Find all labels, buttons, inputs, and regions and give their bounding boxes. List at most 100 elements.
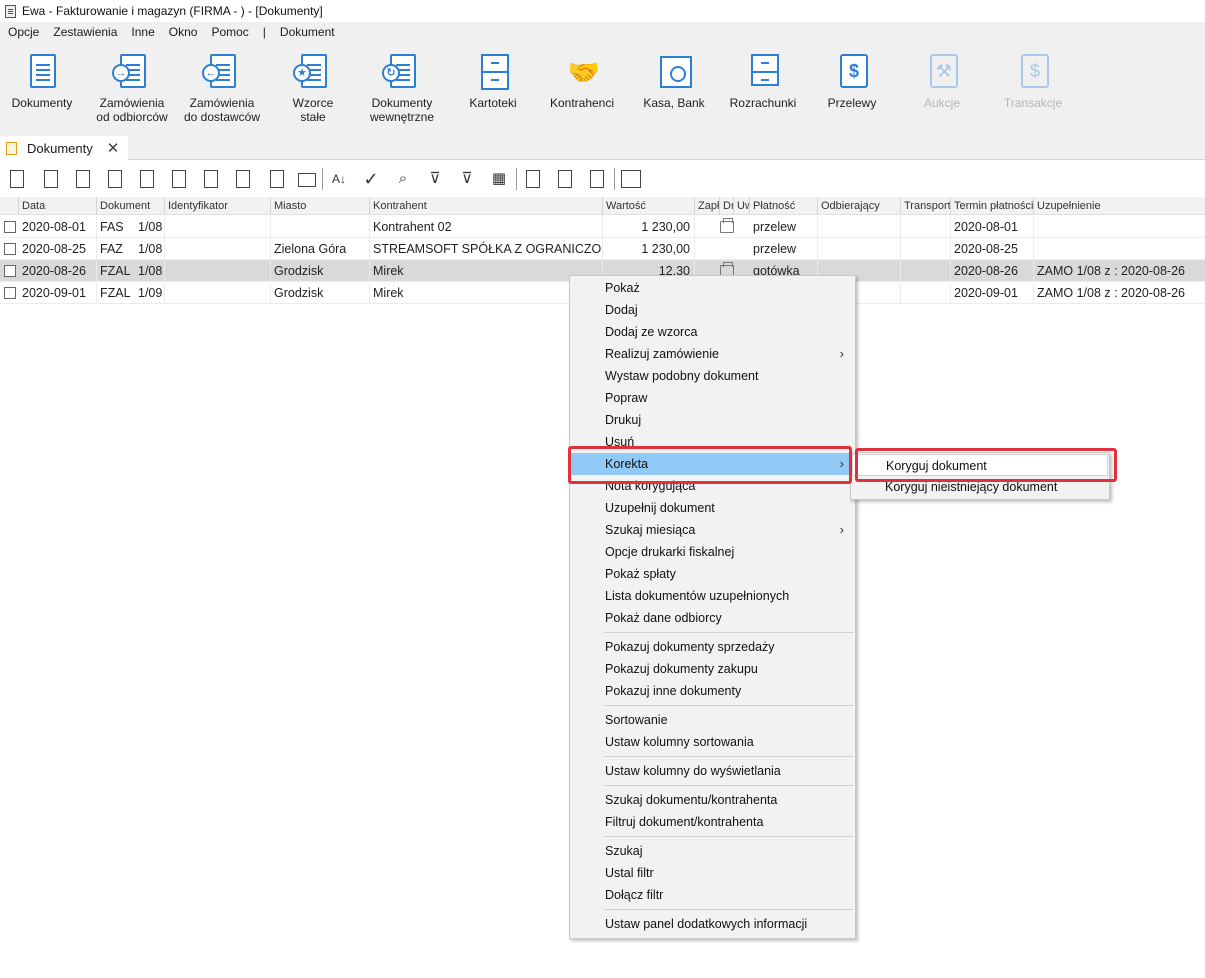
ribbon-zamowienia-do-dostawcow-button[interactable]: ← Zamówienia do dostawców: [182, 52, 262, 132]
binoculars-icon[interactable]: ⌕: [392, 167, 414, 191]
row-checkbox[interactable]: [4, 265, 16, 277]
check-icon[interactable]: ✓: [360, 167, 382, 191]
row-checkbox[interactable]: [4, 243, 16, 255]
menu-item-kolumny-sortowania[interactable]: Ustaw kolumny sortowania: [571, 731, 854, 753]
filter-add-icon[interactable]: ⊽: [424, 167, 446, 191]
print-icon[interactable]: [296, 167, 318, 191]
menu-item-szukaj-miesiaca[interactable]: Szukaj miesiąca ›: [571, 519, 854, 541]
calendar-icon[interactable]: ▦: [488, 167, 510, 191]
row-checkbox[interactable]: [4, 287, 16, 299]
menu-item-pokaz-splaty[interactable]: Pokaż spłaty: [571, 563, 854, 585]
menu-okno[interactable]: Okno: [169, 25, 198, 39]
template-icon: ★: [293, 52, 331, 92]
tab-label: Dokumenty: [27, 140, 93, 156]
close-icon[interactable]: ✕: [107, 139, 120, 157]
ribbon-kartoteki-button[interactable]: Kartoteki: [458, 52, 528, 132]
ribbon-wzorce-stale-button[interactable]: ★ Wzorce stałe: [278, 52, 348, 132]
document-icon: [24, 52, 60, 92]
menu-item-opcje-drukarki[interactable]: Opcje drukarki fiskalnej: [571, 541, 854, 563]
menu-item-dok-sprzedazy[interactable]: Pokazuj dokumenty sprzedaży: [571, 636, 854, 658]
row-checkbox[interactable]: [4, 221, 16, 233]
menu-item-filtruj-dokument[interactable]: Filtruj dokument/kontrahenta: [571, 811, 854, 833]
header-uw[interactable]: Uw: [734, 197, 750, 215]
import-document-icon[interactable]: [136, 167, 158, 191]
header-miasto[interactable]: Miasto: [271, 197, 370, 215]
menu-item-wystaw-podobny[interactable]: Wystaw podobny dokument: [571, 365, 854, 387]
header-platnosc[interactable]: Płatność: [750, 197, 818, 215]
show-document-icon[interactable]: [6, 167, 28, 191]
ribbon-label: Dokumenty: [371, 96, 433, 110]
header-transport[interactable]: Transport: [901, 197, 951, 215]
add-document-icon[interactable]: [40, 167, 62, 191]
table-row[interactable]: 2020-08-01 FAS 1/08 Kontrahent 02 1 230,…: [0, 216, 1205, 238]
menu-item-dolacz-filtr[interactable]: Dołącz filtr: [571, 884, 854, 906]
menu-item-pokaz-dane-odbiorcy[interactable]: Pokaż dane odbiorcy: [571, 607, 854, 629]
menu-item-pokaz[interactable]: Pokaż: [571, 277, 854, 299]
ribbon-dokumenty-wewnetrzne-button[interactable]: ↻ Dokumenty wewnętrzne: [364, 52, 440, 132]
columns-icon[interactable]: [620, 167, 642, 191]
menu-item-sortowanie[interactable]: Sortowanie: [571, 709, 854, 731]
menu-item-popraw[interactable]: Popraw: [571, 387, 854, 409]
cell-termin: 2020-08-26: [951, 260, 1034, 282]
header-wartosc[interactable]: Wartość: [603, 197, 695, 215]
menu-item-realizuj-zamowienie[interactable]: Realizuj zamówienie ›: [571, 343, 854, 365]
ribbon-label-2: stałe: [300, 110, 326, 124]
menu-inne[interactable]: Inne: [131, 25, 154, 39]
ribbon-przelewy-button[interactable]: $ Przelewy: [820, 52, 884, 132]
transactions-icon: $: [1015, 52, 1051, 92]
delete-document-icon[interactable]: [200, 167, 222, 191]
header-data[interactable]: Data: [19, 197, 97, 215]
ribbon-zamowienia-od-odbiorcow-button[interactable]: → Zamówienia od odbiorców: [92, 52, 172, 132]
add-from-template-icon[interactable]: [72, 167, 94, 191]
menu-dokument[interactable]: Dokument: [280, 25, 335, 39]
header-check[interactable]: [0, 197, 19, 215]
menu-opcje[interactable]: Opcje: [8, 25, 39, 39]
document-info-icon[interactable]: [586, 167, 608, 191]
header-dokument[interactable]: Dokument: [97, 197, 165, 215]
ribbon-kontrahenci-button[interactable]: 🤝 Kontrahenci: [544, 52, 620, 132]
sort-az-icon[interactable]: A↓: [328, 167, 350, 191]
menu-pomoc[interactable]: Pomoc: [211, 25, 248, 39]
menu-item-uzupelnij[interactable]: Uzupełnij dokument: [571, 497, 854, 519]
menu-item-panel-informacji[interactable]: Ustaw panel dodatkowych informacji: [571, 913, 854, 935]
menu-item-szukaj-dokumentu[interactable]: Szukaj dokumentu/kontrahenta: [571, 789, 854, 811]
edit-document-icon[interactable]: [168, 167, 190, 191]
menu-item-ustal-filtr[interactable]: Ustal filtr: [571, 862, 854, 884]
ribbon-aukcje-button[interactable]: ⚒ Aukcje: [910, 52, 974, 132]
document-z-icon[interactable]: [554, 167, 576, 191]
menu-item-szukaj[interactable]: Szukaj: [571, 840, 854, 862]
document-s-icon[interactable]: [522, 167, 544, 191]
ribbon-kasa-bank-button[interactable]: Kasa, Bank: [636, 52, 712, 132]
pdf-document-icon[interactable]: [266, 167, 288, 191]
table-row[interactable]: 2020-08-25 FAZ 1/08 Zielona Góra STREAMS…: [0, 238, 1205, 260]
header-kontrahent[interactable]: Kontrahent: [370, 197, 603, 215]
menu-zestawienia[interactable]: Zestawienia: [53, 25, 117, 39]
ribbon-rozrachunki-button[interactable]: Rozrachunki: [726, 52, 800, 132]
cell-odbierajacy: [818, 238, 901, 260]
header-odbierajacy[interactable]: Odbierający: [818, 197, 901, 215]
cell-data: 2020-08-01: [19, 216, 97, 238]
menu-item-kolumny-wyswietlania[interactable]: Ustaw kolumny do wyświetlania: [571, 760, 854, 782]
export-document-icon[interactable]: [104, 167, 126, 191]
menu-item-dodaj[interactable]: Dodaj: [571, 299, 854, 321]
header-termin-platnosci[interactable]: Termin płatności: [951, 197, 1034, 215]
header-dr[interactable]: Dr: [720, 197, 734, 215]
menu-item-dok-zakupu[interactable]: Pokazuj dokumenty zakupu: [571, 658, 854, 680]
ribbon-dokumenty-button[interactable]: Dokumenty: [4, 52, 80, 132]
tab-dokumenty[interactable]: Dokumenty ✕: [0, 136, 128, 160]
filter-icon[interactable]: ⊽: [456, 167, 478, 191]
menu-item-dodaj-ze-wzorca[interactable]: Dodaj ze wzorca: [571, 321, 854, 343]
menu-item-inne-dokumenty[interactable]: Pokazuj inne dokumenty: [571, 680, 854, 702]
cell-platnosc: przelew: [750, 238, 818, 260]
menu-item-lista-uzupelnionych[interactable]: Lista dokumentów uzupełnionych: [571, 585, 854, 607]
title-bar: Ewa - Fakturowanie i magazyn (FIRMA - ) …: [0, 0, 1205, 22]
ribbon-label: Transakcje: [1003, 96, 1063, 110]
cell-ident: [165, 260, 271, 282]
correct-document-icon[interactable]: [232, 167, 254, 191]
menu-item-drukuj[interactable]: Drukuj: [571, 409, 854, 431]
header-uzupelnienie[interactable]: Uzupełnienie: [1034, 197, 1205, 215]
menu-separator: [604, 836, 854, 837]
ribbon-transakcje-button[interactable]: $ Transakcje: [998, 52, 1068, 132]
header-zapl[interactable]: Zapł: [695, 197, 720, 215]
header-identyfikator[interactable]: Identyfikator: [165, 197, 271, 215]
